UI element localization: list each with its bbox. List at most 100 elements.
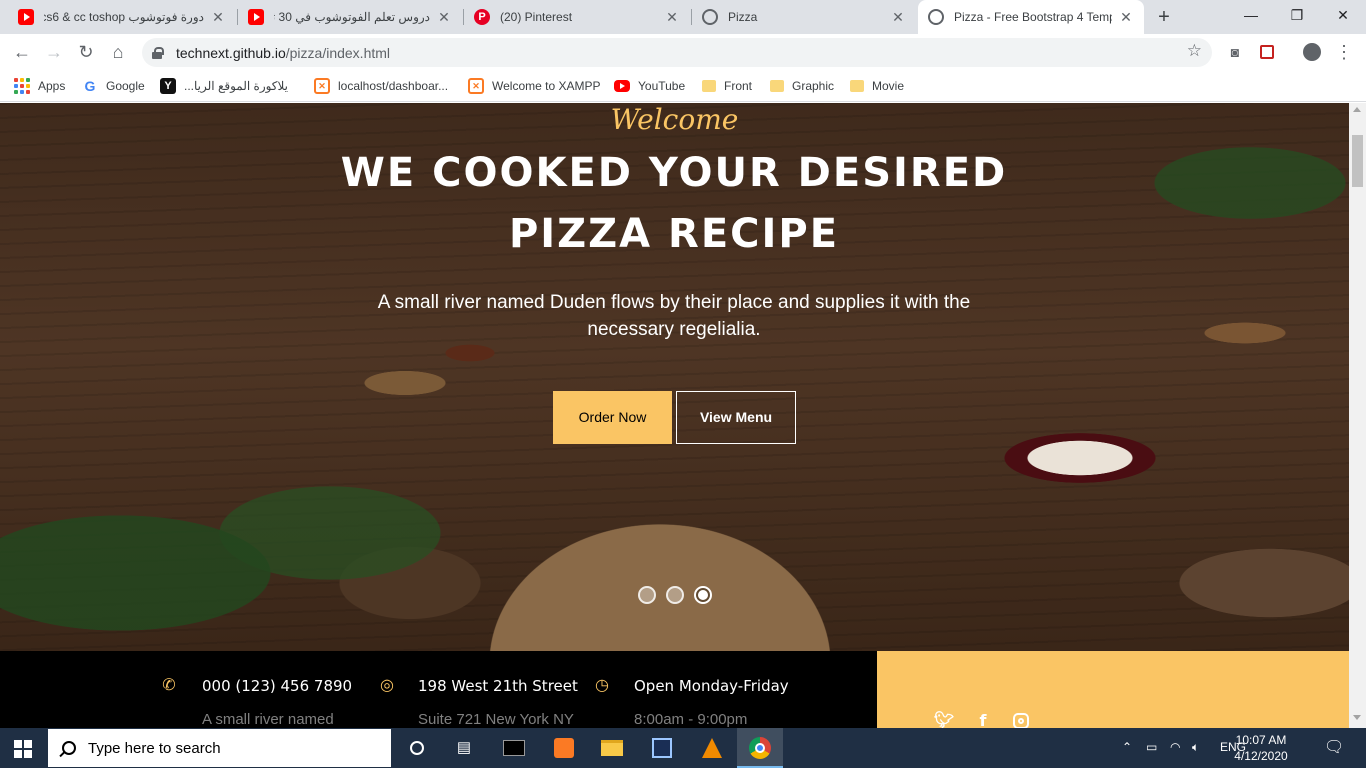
bookmark-youtube[interactable]: YouTube [614, 76, 685, 96]
close-tab-icon[interactable]: ✕ [1118, 9, 1134, 26]
view-menu-button[interactable]: View Menu [676, 391, 796, 444]
opening-days: Open Monday-Friday [634, 677, 789, 695]
apps-grid-icon [14, 78, 30, 94]
url-host: technext.github.io [176, 44, 286, 61]
facebook-icon[interactable]: f [973, 711, 993, 728]
page-scrollbar[interactable] [1349, 103, 1366, 728]
bookmark-localhost-dashboard[interactable]: ✕ localhost/dashboar... [314, 76, 448, 96]
bookmark-xampp[interactable]: ✕ Welcome to XAMPP [468, 76, 600, 96]
xampp-icon: ✕ [468, 78, 484, 94]
scroll-up-arrow-icon[interactable] [1353, 107, 1361, 112]
cortana-circle-icon[interactable] [405, 736, 429, 760]
menu-kebab-icon[interactable]: ⋮ [1332, 40, 1356, 64]
bookmark-yallakora[interactable]: Y يلاكورة الموقع الريا... [160, 76, 288, 96]
youtube-icon [614, 80, 630, 92]
tab-pizza-template[interactable]: Pizza - Free Bootstrap 4 Templ ✕ [918, 0, 1144, 34]
clock-date: 4/12/2020 [1234, 749, 1288, 763]
twitter-icon[interactable]: 🐦︎ [934, 711, 954, 728]
bookmark-label: YouTube [638, 79, 686, 93]
bookmark-label: Front [724, 79, 753, 93]
browser-toolbar: ← → ↻ ⌂ technext.github.io/pizza/index.h… [0, 34, 1366, 70]
globe-icon [928, 9, 944, 25]
address-bar[interactable]: technext.github.io/pizza/index.html ☆ [142, 38, 1212, 67]
hero-title-line-2: PIZZA RECIPE [508, 211, 840, 257]
scroll-thumb[interactable] [1352, 135, 1363, 187]
close-tab-icon[interactable]: ✕ [436, 9, 452, 26]
social-panel: 🐦︎ f [877, 651, 1349, 728]
tab-title: (20) Pinterest [500, 10, 573, 24]
restore-icon[interactable]: ❐ [1274, 0, 1320, 30]
bookmark-google[interactable]: G Google [82, 76, 145, 96]
bookmark-label: Movie [872, 79, 905, 93]
tab-pizza[interactable]: Pizza ✕ [692, 0, 916, 34]
clock-icon: ◷ [595, 677, 609, 694]
bookmark-label: Graphic [792, 79, 835, 93]
xampp-app-icon[interactable] [552, 736, 576, 760]
hero-welcome-text: Welcome [610, 103, 739, 136]
chrome-app-icon[interactable] [737, 728, 783, 768]
hero-slider: Welcome WE COOKED YOUR DESIRED PIZZA REC… [0, 103, 1349, 651]
folder-icon [702, 80, 716, 92]
close-window-icon[interactable]: ✕ [1320, 0, 1366, 30]
notifications-icon[interactable]: 🗨︎ [1324, 737, 1344, 757]
y-icon: Y [160, 78, 176, 94]
scroll-down-arrow-icon[interactable] [1353, 715, 1361, 720]
phone-number: 000 (123) 456 7890 [202, 677, 353, 695]
bookmark-label: localhost/dashboar... [338, 79, 449, 93]
tab-photoshop-course-1[interactable]: دورة فوتوشوب cs6 & cc toshop ✕ [8, 0, 236, 34]
tab-title: دورة فوتوشوب cs6 & cc toshop [44, 10, 204, 24]
pinterest-icon: P [474, 9, 490, 25]
tab-strip: دورة فوتوشوب cs6 & cc toshop ✕ دروس تعلم… [0, 0, 1366, 34]
back-icon[interactable]: ← [10, 40, 34, 64]
bookmark-folder-movie[interactable]: Movie [850, 76, 904, 96]
bookmark-star-icon[interactable]: ☆ [1187, 41, 1202, 61]
system-clock[interactable]: 10:07 AM 4/12/2020 [1228, 732, 1294, 764]
folder-icon [770, 80, 784, 92]
bookmarks-bar: Apps G Google Y يلاكورة الموقع الريا... … [0, 70, 1366, 102]
minimize-icon[interactable]: — [1228, 0, 1274, 30]
profile-avatar-icon[interactable] [1300, 40, 1324, 64]
camera-icon[interactable]: ◙ [1223, 40, 1247, 64]
wifi-icon[interactable]: ◠ [1170, 740, 1180, 754]
tab-pinterest[interactable]: P (20) Pinterest ✕ [464, 0, 690, 34]
bookmark-apps[interactable]: Apps [14, 76, 65, 96]
bookmark-folder-graphic[interactable]: Graphic [770, 76, 834, 96]
taskbar-search-box[interactable]: Type here to search [48, 729, 391, 767]
location-target-icon: ◎ [380, 677, 394, 694]
new-tab-button[interactable]: + [1152, 5, 1176, 29]
code-editor-app-icon[interactable] [650, 736, 674, 760]
terminal-app-icon[interactable] [502, 736, 526, 760]
bookmark-folder-front[interactable]: Front [702, 76, 752, 96]
reload-icon[interactable]: ↻ [74, 40, 98, 64]
lock-icon[interactable] [152, 46, 164, 59]
windows-start-icon[interactable] [14, 740, 32, 758]
instagram-icon[interactable] [1011, 711, 1031, 728]
file-explorer-icon[interactable] [600, 736, 624, 760]
vlc-icon[interactable] [700, 736, 724, 760]
extension-icon[interactable] [1255, 40, 1279, 64]
bookmark-label: Google [106, 79, 145, 93]
close-tab-icon[interactable]: ✕ [664, 9, 680, 26]
carousel-dot-3[interactable] [694, 586, 712, 604]
contact-info-bar: ✆ 000 (123) 456 7890 A small river named… [0, 651, 1349, 728]
page-viewport: Welcome WE COOKED YOUR DESIRED PIZZA REC… [0, 103, 1349, 728]
tray-chevron-up-icon[interactable]: ⌃ [1122, 740, 1132, 754]
phone-icon: ✆ [162, 677, 176, 694]
order-now-button[interactable]: Order Now [553, 391, 672, 444]
close-tab-icon[interactable]: ✕ [210, 9, 226, 26]
carousel-dot-2[interactable] [666, 586, 684, 604]
close-tab-icon[interactable]: ✕ [890, 9, 906, 26]
task-view-icon[interactable]: ▤ [452, 736, 476, 760]
address-line: 198 West 21th Street [418, 677, 578, 695]
tab-title: Pizza - Free Bootstrap 4 Templ [954, 10, 1112, 24]
home-icon[interactable]: ⌂ [106, 40, 130, 64]
battery-icon[interactable]: ▭ [1146, 740, 1157, 754]
hero-title: WE COOKED YOUR DESIRED PIZZA RECIPE [324, 143, 1024, 265]
google-icon: G [84, 78, 96, 94]
carousel-dots [638, 586, 712, 604]
tab-photoshop-course-2[interactable]: دروس تعلم الفوتوشوب في 30 ثا ✕ [238, 0, 462, 34]
carousel-dot-1[interactable] [638, 586, 656, 604]
hero-subtitle: A small river named Duden flows by their… [377, 292, 971, 340]
forward-icon[interactable]: → [42, 40, 66, 64]
volume-icon[interactable]: 🔈︎ [1192, 740, 1199, 755]
